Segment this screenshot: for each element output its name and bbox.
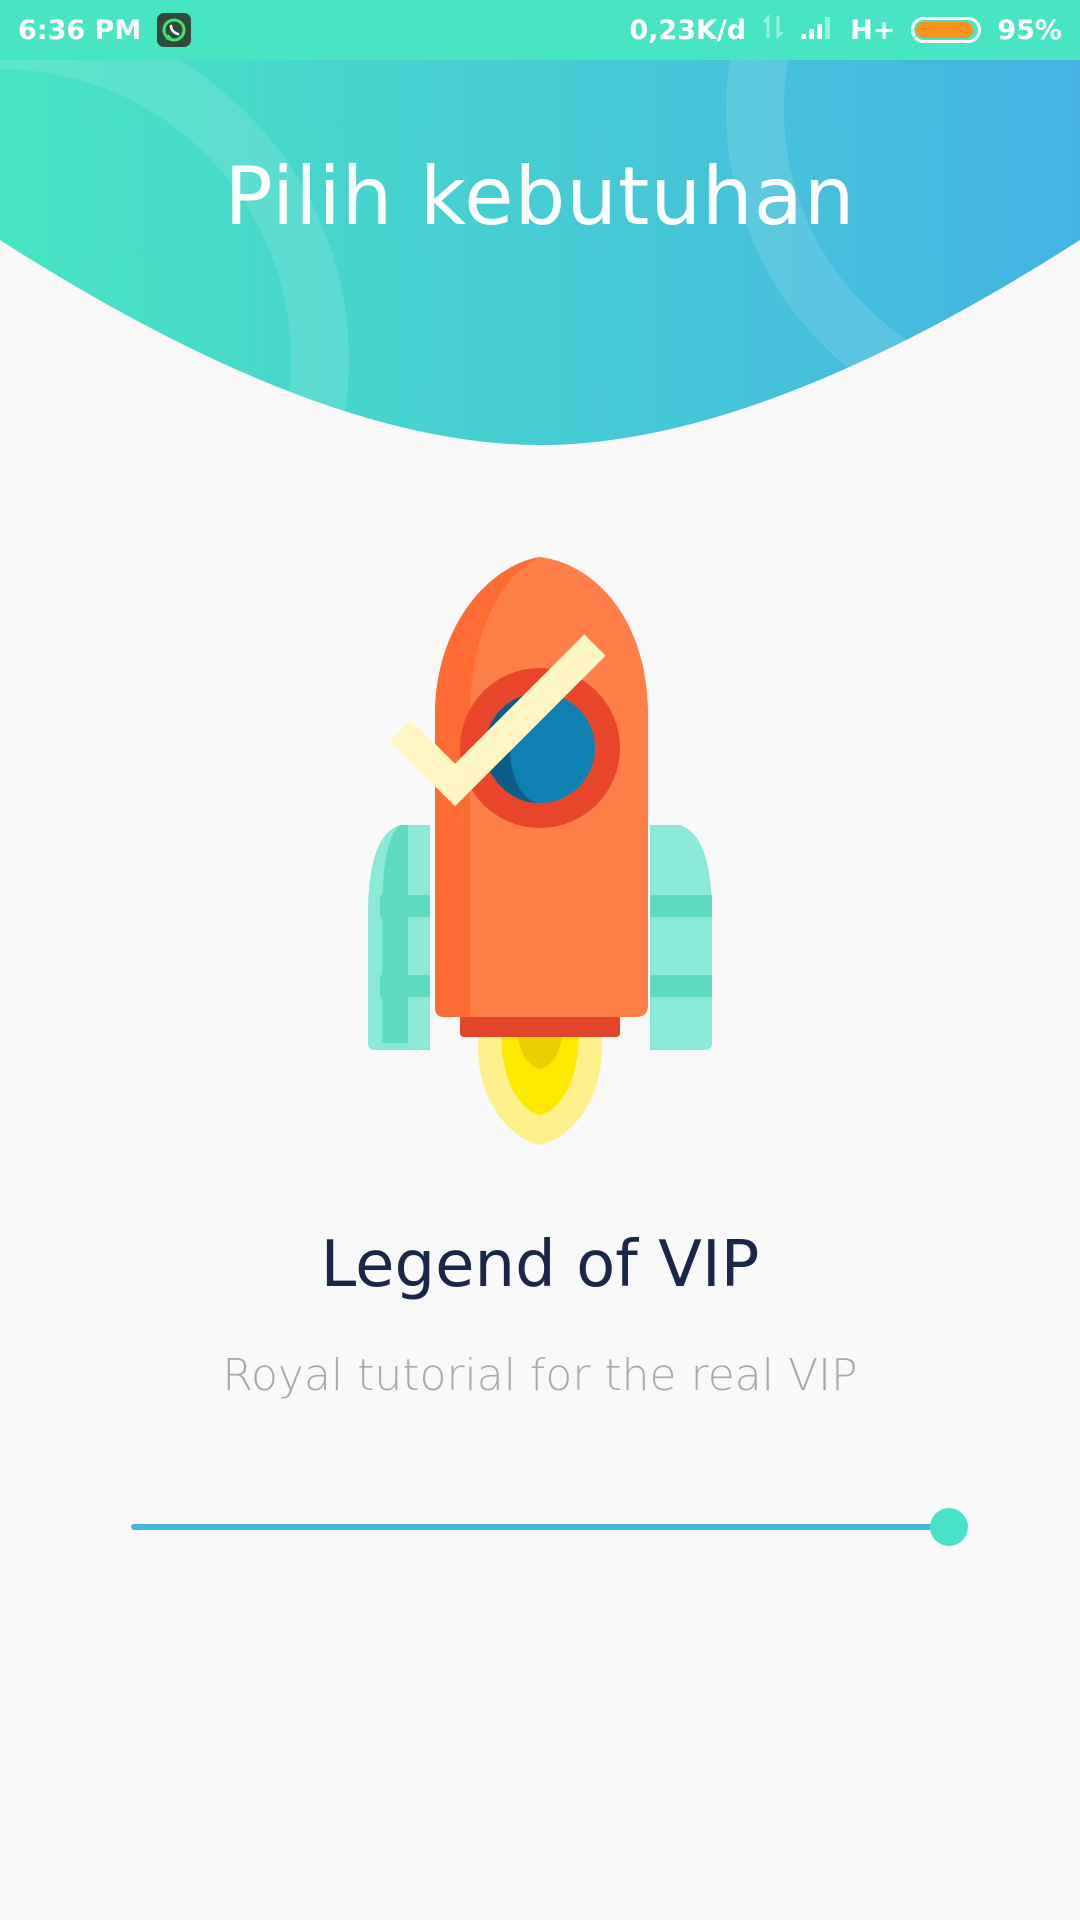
progress-slider[interactable] [131, 1508, 968, 1546]
data-transfer-icon [762, 13, 784, 47]
rocket-checkmark-icon [368, 557, 712, 1145]
progress-thumb[interactable] [930, 1508, 968, 1546]
feature-subtitle: Royal tutorial for the real VIP [222, 1350, 858, 1401]
network-type: H+ [850, 14, 896, 46]
nozzle [460, 1015, 620, 1037]
battery-level [916, 22, 974, 38]
signal-icon [800, 14, 834, 47]
battery-icon [911, 17, 982, 43]
status-bar-right: 0,23K/d H+ 95% [629, 13, 1062, 47]
right-fin [650, 825, 712, 1050]
whatsapp-icon [157, 13, 192, 47]
network-speed: 0,23K/d [629, 14, 747, 46]
status-bar: 6:36 PM 0,23K/d H+ 95% [0, 0, 1080, 60]
feature-title: Legend of VIP [320, 1228, 760, 1302]
page-title: Pilih kebutuhan [224, 150, 856, 243]
header-background [0, 60, 1080, 445]
status-time: 6:36 PM [18, 14, 142, 46]
progress-fill [131, 1524, 949, 1530]
battery-percent: 95% [997, 14, 1062, 46]
status-bar-left: 6:36 PM [18, 13, 192, 47]
